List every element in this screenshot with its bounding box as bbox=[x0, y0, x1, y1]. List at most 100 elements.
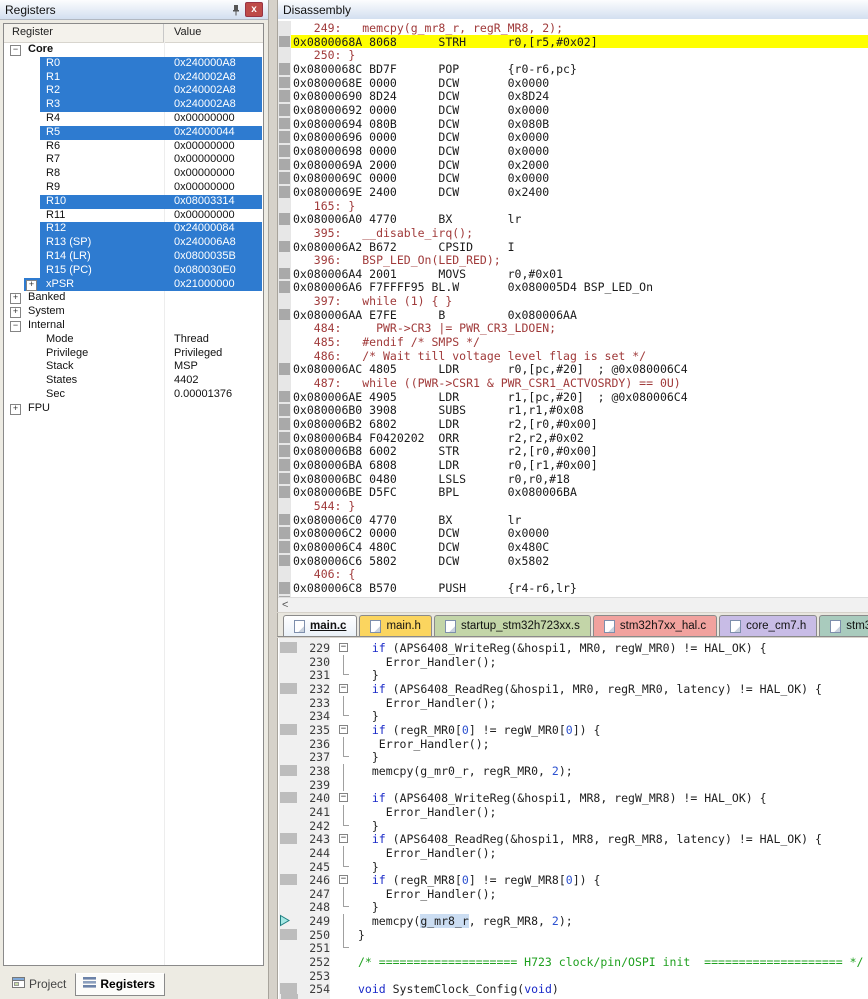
disassembly-line[interactable]: 0x0800068C BD7F POP {r0-r6,pc} bbox=[278, 61, 868, 76]
fold-collapse-icon[interactable]: − bbox=[339, 683, 348, 693]
source-line[interactable]: 249 memcpy(g_mr8_r, regR_MR8, 2); bbox=[278, 914, 868, 929]
disassembly-line[interactable]: 0x080006C6 5802 DCW 0x5802 bbox=[278, 553, 868, 568]
source-line[interactable]: 251 bbox=[278, 941, 868, 955]
code-line-marker[interactable] bbox=[278, 389, 291, 404]
code-line-marker[interactable] bbox=[278, 266, 291, 281]
register-row[interactable]: + System bbox=[4, 305, 263, 319]
disassembly-line[interactable]: 0x08000690 8D24 DCW 0x8D24 bbox=[278, 89, 868, 103]
source-line[interactable]: 244 Error_Handler(); bbox=[278, 845, 868, 860]
disassembly-line[interactable]: 484: PWR->CR3 |= PWR_CR3_LDOEN; bbox=[278, 321, 868, 335]
source-line[interactable]: 248 } bbox=[278, 900, 868, 914]
line-number[interactable]: 231 bbox=[300, 668, 335, 682]
line-number[interactable]: 251 bbox=[300, 941, 335, 955]
register-column-header[interactable]: Register bbox=[4, 24, 164, 42]
code-line-marker[interactable] bbox=[280, 682, 297, 694]
disassembly-line[interactable]: 406: { bbox=[278, 567, 868, 581]
source-line[interactable]: 245 } bbox=[278, 859, 868, 874]
line-number[interactable]: 229 bbox=[300, 641, 335, 655]
register-row[interactable]: R7 0x00000000 bbox=[4, 153, 263, 167]
bottom-tab-registers[interactable]: Registers bbox=[75, 973, 166, 996]
line-number[interactable]: 234 bbox=[300, 709, 335, 723]
line-number[interactable]: 254 bbox=[300, 982, 335, 996]
line-number[interactable]: 241 bbox=[300, 805, 335, 819]
code-line-marker[interactable] bbox=[278, 403, 291, 418]
pin-icon[interactable] bbox=[230, 4, 242, 16]
fold-margin[interactable]: − bbox=[335, 791, 352, 805]
code-line-marker[interactable] bbox=[278, 130, 291, 144]
expand-icon[interactable]: + bbox=[10, 403, 21, 415]
line-number[interactable]: 236 bbox=[300, 737, 335, 751]
code-line-marker[interactable] bbox=[280, 983, 297, 995]
disassembly-current-line[interactable]: 0x0800068A 8068 STRH r0,[r5,#0x02] bbox=[278, 34, 868, 49]
disassembly-line[interactable]: 0x080006AA E7FE B 0x080006AA bbox=[278, 307, 868, 322]
fold-margin[interactable]: − bbox=[335, 641, 352, 655]
source-line[interactable]: 233 Error_Handler(); bbox=[278, 695, 868, 710]
code-line-marker[interactable] bbox=[278, 116, 291, 131]
code-line-marker[interactable] bbox=[278, 143, 291, 158]
register-row[interactable]: States 4402 bbox=[4, 374, 263, 388]
register-row[interactable]: R15 (PC) 0x080030E0 bbox=[4, 263, 263, 278]
disassembly-line[interactable]: 544: } bbox=[278, 498, 868, 513]
source-line[interactable]: 243− if (APS6408_ReadReg(&hospi1, MR8, r… bbox=[278, 832, 868, 846]
disassembly-line[interactable]: 0x080006AC 4805 LDR r0,[pc,#20] ; @0x080… bbox=[278, 362, 868, 376]
disassembly-line[interactable]: 0x08000698 0000 DCW 0x0000 bbox=[278, 143, 868, 158]
code-line-marker[interactable] bbox=[278, 458, 291, 472]
code-line-marker[interactable] bbox=[280, 642, 297, 653]
disassembly-line[interactable]: 487: while ((PWR->CSR1 & PWR_CSR1_ACTVOS… bbox=[278, 376, 868, 390]
register-row[interactable]: + Banked bbox=[4, 291, 263, 305]
line-number[interactable]: 233 bbox=[300, 696, 335, 710]
code-line-marker[interactable] bbox=[278, 34, 291, 49]
value-column-header[interactable]: Value bbox=[164, 24, 263, 42]
disassembly-line[interactable]: 0x080006BA 6808 LDR r0,[r1,#0x00] bbox=[278, 458, 868, 472]
source-line[interactable]: 238 memcpy(g_mr0_r, regR_MR0, 2); bbox=[278, 763, 868, 778]
line-number[interactable]: 238 bbox=[300, 764, 335, 778]
fold-collapse-icon[interactable]: − bbox=[339, 834, 348, 844]
line-number[interactable]: 249 bbox=[300, 914, 335, 928]
register-row[interactable]: R5 0x24000044 bbox=[4, 125, 263, 140]
expand-icon[interactable]: + bbox=[10, 307, 21, 319]
source-line[interactable]: 237 } bbox=[278, 750, 868, 764]
disassembly-line[interactable]: 395: __disable_irq(); bbox=[278, 225, 868, 240]
register-row[interactable]: R0 0x240000A8 bbox=[4, 56, 263, 71]
collapse-icon[interactable]: − bbox=[10, 320, 21, 332]
tab-startup_stm32h723xx-s[interactable]: startup_stm32h723xx.s bbox=[433, 615, 591, 636]
disassembly-line[interactable]: 0x0800069C 0000 DCW 0x0000 bbox=[278, 171, 868, 185]
register-row[interactable]: Stack MSP bbox=[4, 360, 263, 374]
disassembly-line[interactable]: 0x080006B4 F0420202 ORR r2,r2,#0x02 bbox=[278, 430, 868, 445]
code-line-marker[interactable] bbox=[278, 184, 291, 199]
line-number[interactable]: 250 bbox=[300, 928, 335, 942]
line-number[interactable]: 230 bbox=[300, 655, 335, 669]
disassembly-line[interactable]: 0x080006AE 4905 LDR r1,[pc,#20] ; @0x080… bbox=[278, 389, 868, 404]
code-line-marker[interactable] bbox=[278, 362, 291, 377]
line-number[interactable]: 237 bbox=[300, 750, 335, 764]
line-number[interactable]: 252 bbox=[300, 955, 335, 969]
register-row[interactable]: R4 0x00000000 bbox=[4, 112, 263, 126]
source-line[interactable]: 242 } bbox=[278, 818, 868, 833]
register-row[interactable]: R13 (SP) 0x240006A8 bbox=[4, 236, 263, 250]
code-line-marker[interactable] bbox=[280, 723, 297, 735]
source-line[interactable]: 230 Error_Handler(); bbox=[278, 654, 868, 669]
source-line[interactable]: 234 } bbox=[278, 709, 868, 723]
disassembly-line[interactable]: 0x080006C8 B570 PUSH {r4-r6,lr} bbox=[278, 580, 868, 595]
fold-margin[interactable]: − bbox=[335, 832, 352, 846]
register-row[interactable]: R3 0x240002A8 bbox=[4, 98, 263, 112]
fold-margin[interactable]: − bbox=[335, 723, 352, 737]
code-line-marker[interactable] bbox=[278, 526, 291, 540]
source-line[interactable]: 252 /* ==================== H723 clock/pi… bbox=[278, 955, 868, 969]
disassembly-line[interactable]: 0x080006B8 6002 STR r2,[r0,#0x00] bbox=[278, 444, 868, 458]
code-line-marker[interactable] bbox=[278, 89, 291, 103]
source-line[interactable]: 240− if (APS6408_WriteReg(&hospi1, MR8, … bbox=[278, 791, 868, 805]
line-number[interactable]: 245 bbox=[300, 860, 335, 874]
disassembly-line[interactable]: 0x080006A6 F7FFFF95 BL.W 0x080005D4 BSP_… bbox=[278, 280, 868, 294]
disassembly-line[interactable]: 0x0800069E 2400 DCW 0x2400 bbox=[278, 184, 868, 199]
disassembly-line[interactable]: 0x080006BC 0480 LSLS r0,r0,#18 bbox=[278, 471, 868, 486]
code-line-marker[interactable] bbox=[278, 512, 291, 527]
tab-main-h[interactable]: main.h bbox=[359, 615, 432, 636]
source-line[interactable]: 235− if (regR_MR0[0] != regW_MR0[0]) { bbox=[278, 723, 868, 737]
disassembly-line[interactable]: 0x08000694 080B DCW 0x080B bbox=[278, 116, 868, 131]
code-line-marker[interactable] bbox=[280, 928, 297, 940]
source-line[interactable]: 232− if (APS6408_ReadReg(&hospi1, MR0, r… bbox=[278, 682, 868, 696]
line-number[interactable]: 239 bbox=[300, 778, 335, 792]
fold-margin[interactable]: − bbox=[335, 682, 352, 696]
disassembly-line[interactable]: 0x080006C2 0000 DCW 0x0000 bbox=[278, 526, 868, 540]
